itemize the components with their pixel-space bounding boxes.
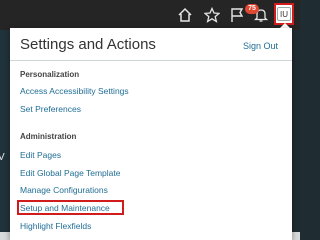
menu-item-edit-pages[interactable]: Edit Pages	[20, 150, 61, 160]
menu-item-access-accessibility-settings[interactable]: Access Accessibility Settings	[20, 86, 129, 96]
menu-item-edit-global-page-template[interactable]: Edit Global Page Template	[20, 168, 121, 178]
divider	[10, 60, 292, 61]
underlying-page: V	[0, 30, 10, 240]
menu-item-manage-configurations[interactable]: Manage Configurations	[20, 185, 108, 195]
star-icon[interactable]	[203, 6, 221, 24]
home-icon[interactable]	[176, 6, 194, 24]
user-initials: IU	[277, 7, 291, 21]
notification-badge: 75	[245, 4, 259, 14]
highlight-box	[17, 200, 124, 215]
settings-and-actions-menu: Settings and Actions Sign Out Personaliz…	[10, 28, 292, 240]
sign-out-link[interactable]: Sign Out	[243, 41, 278, 51]
section-heading-personalization: Personalization	[20, 70, 80, 79]
menu-item-highlight-flexfields[interactable]: Highlight Flexfields	[20, 221, 91, 231]
menu-item-set-preferences[interactable]: Set Preferences	[20, 104, 81, 114]
section-heading-administration: Administration	[20, 132, 77, 141]
underlying-page-text: V	[0, 152, 5, 163]
global-header: 75 IU	[0, 0, 300, 30]
flag-icon[interactable]	[228, 6, 246, 24]
user-menu-button[interactable]: IU	[274, 3, 294, 25]
menu-title: Settings and Actions	[20, 36, 156, 53]
